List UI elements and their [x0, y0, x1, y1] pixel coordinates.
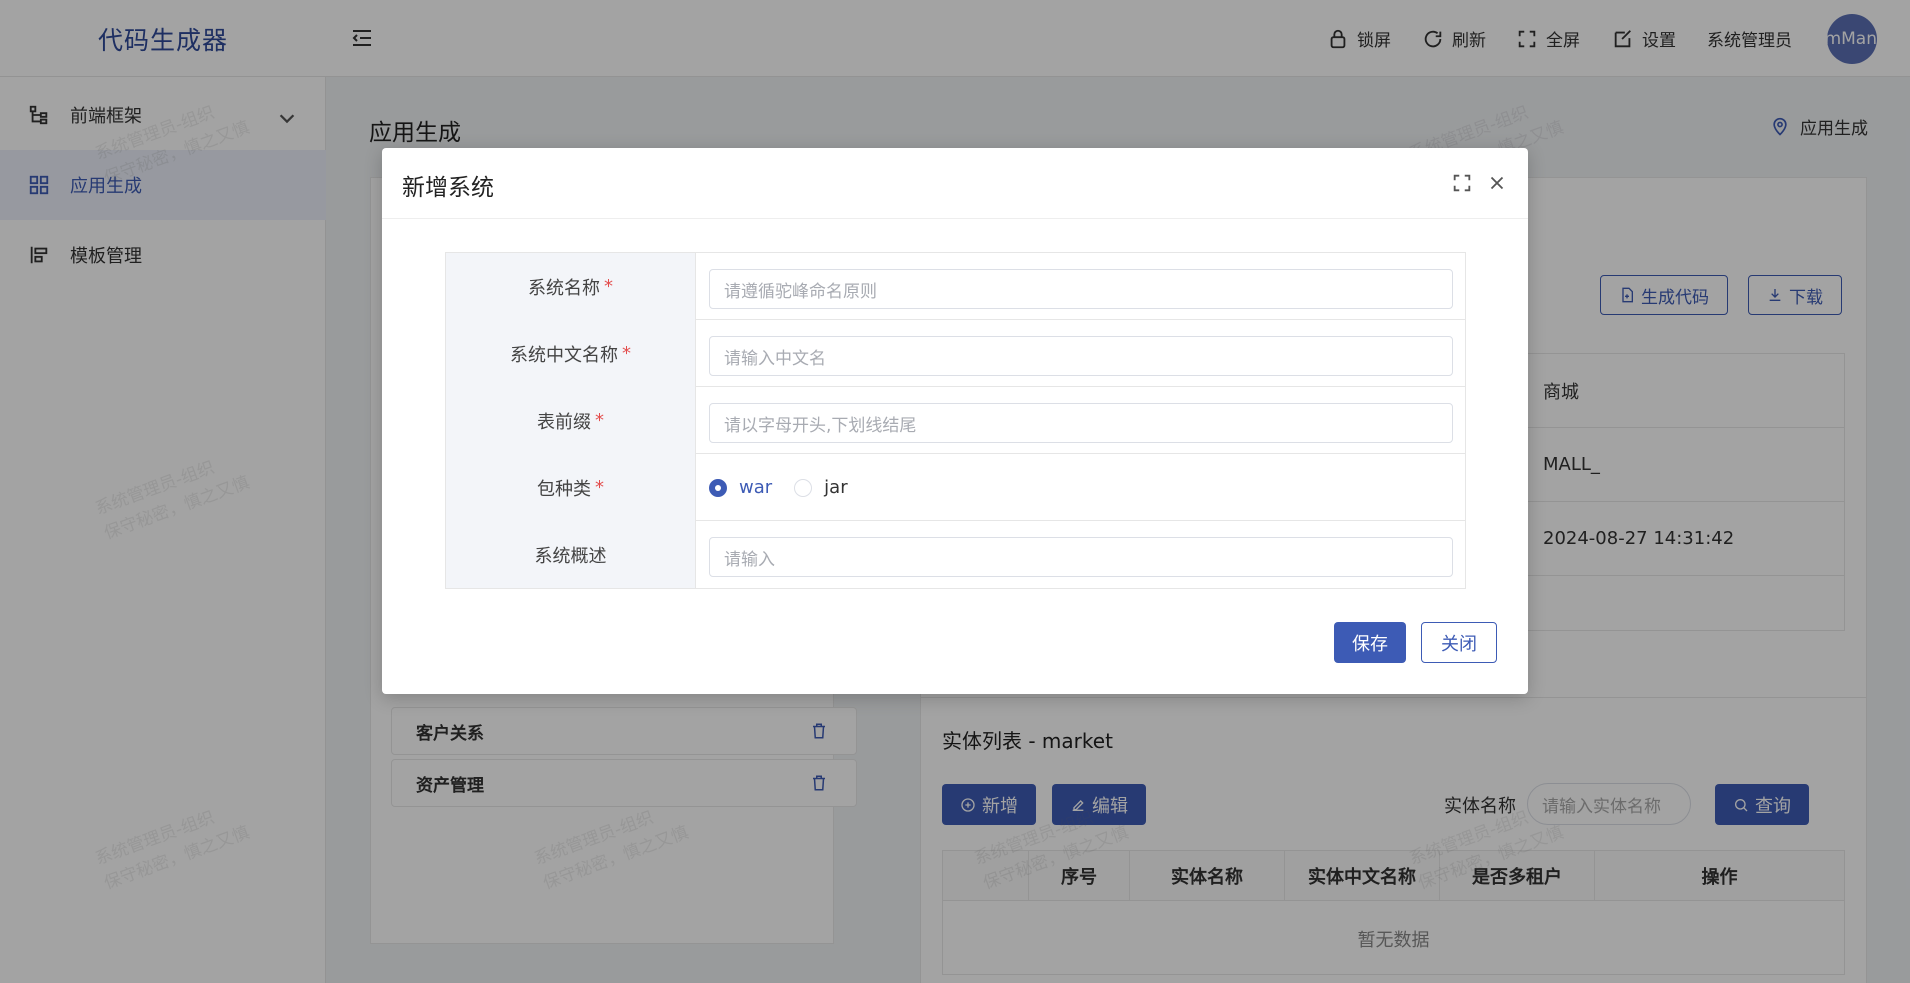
save-button[interactable]: 保存 — [1334, 622, 1406, 663]
required-mark: * — [595, 477, 604, 498]
form-label: 系统中文名称 * — [446, 320, 696, 387]
radio-jar[interactable]: jar — [794, 477, 848, 498]
add-system-form: 系统名称 * 请遵循驼峰命名原则 系统中文名称 * 请输入中文名 表前缀 * 请以字母… — [445, 252, 1466, 589]
required-mark: * — [622, 343, 631, 364]
form-row-package-type: 包种类 * war jar — [446, 454, 1465, 521]
radio-label: jar — [824, 477, 848, 498]
radio-dot — [794, 478, 813, 497]
form-label: 包种类 * — [446, 454, 696, 521]
form-row-system-cn-name: 系统中文名称 * 请输入中文名 — [446, 320, 1465, 387]
package-type-radio-group: war jar — [709, 454, 848, 521]
system-cn-name-input[interactable]: 请输入中文名 — [709, 336, 1453, 376]
label-text: 包种类 — [537, 478, 591, 500]
form-label: 系统概述 — [446, 521, 696, 588]
form-label: 表前缀 * — [446, 387, 696, 454]
radio-war[interactable]: war — [709, 477, 772, 498]
close-button[interactable]: 关闭 — [1421, 622, 1497, 663]
label-text: 表前缀 — [537, 411, 591, 433]
form-row-description: 系统概述 请输入 — [446, 521, 1465, 588]
required-mark: * — [604, 276, 613, 297]
form-row-table-prefix: 表前缀 * 请以字母开头,下划线结尾 — [446, 387, 1465, 454]
radio-dot — [709, 478, 727, 497]
dialog-title: 新增系统 — [402, 175, 494, 201]
table-prefix-input[interactable]: 请以字母开头,下划线结尾 — [709, 403, 1453, 443]
label-text: 系统中文名称 — [510, 344, 618, 366]
form-row-system-name: 系统名称 * 请遵循驼峰命名原则 — [446, 253, 1465, 320]
required-mark: * — [595, 410, 604, 431]
label-text: 系统概述 — [534, 545, 607, 567]
maximize-icon[interactable] — [1451, 172, 1473, 194]
system-name-input[interactable]: 请遵循驼峰命名原则 — [709, 269, 1453, 309]
add-system-dialog: 新增系统 系统名称 * 请遵循驼峰命名原则 系统中文名称 * 请输入中文名 表前缀 *… — [382, 148, 1528, 694]
label-text: 系统名称 — [528, 277, 600, 299]
form-label: 系统名称 * — [446, 253, 696, 320]
description-input[interactable]: 请输入 — [709, 537, 1453, 577]
dialog-header: 新增系统 — [382, 148, 1528, 219]
radio-label: war — [739, 477, 773, 498]
close-icon[interactable] — [1486, 172, 1508, 194]
